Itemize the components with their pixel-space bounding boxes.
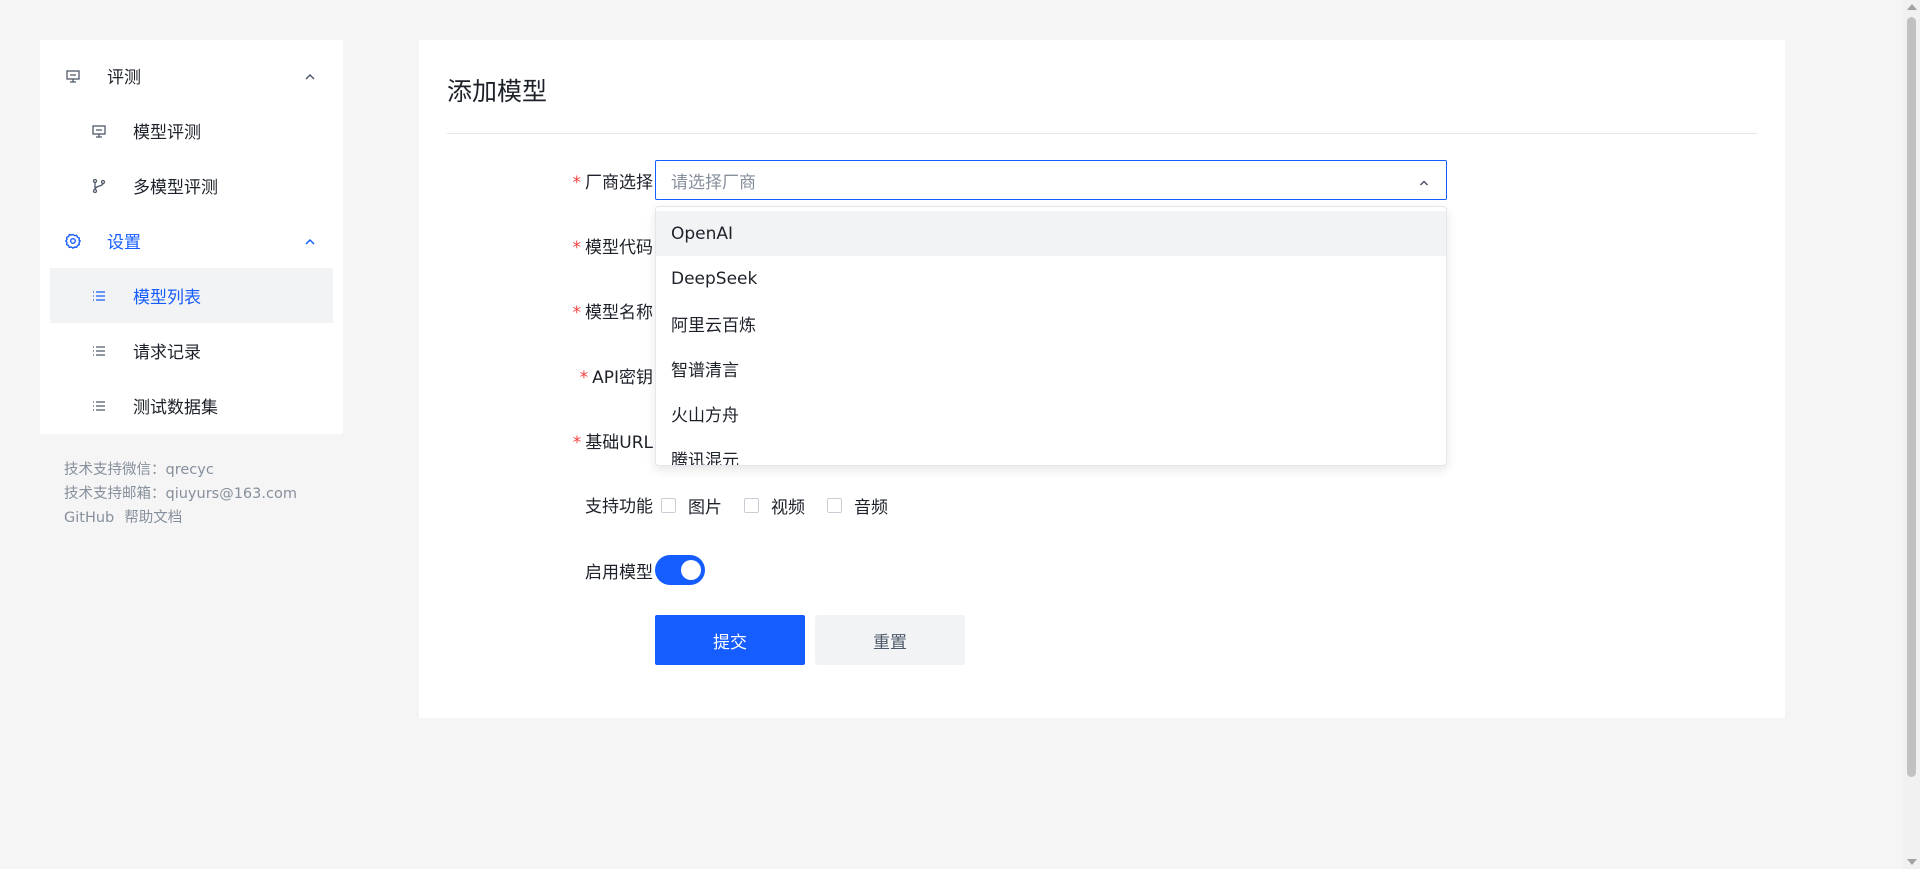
sidebar-item-model-list[interactable]: 模型列表 [50, 268, 333, 323]
sidebar-item-label: 测试数据集 [133, 398, 218, 418]
sidebar-item-label: 请求记录 [133, 343, 201, 363]
monitor-icon [90, 122, 108, 140]
sidebar: 评测 模型评测 多模型评测 设置 模型列表 请求记录 测试数据集 [40, 40, 343, 434]
required-mark: * [572, 303, 582, 323]
page-title: 添加模型 [447, 77, 548, 106]
list-icon [90, 342, 108, 360]
nav-group-settings[interactable]: 设置 [40, 213, 343, 268]
page-scrollbar[interactable] [1903, 0, 1920, 869]
scrollbar-thumb[interactable] [1907, 17, 1916, 777]
checkbox-audio[interactable]: 音频 [827, 493, 888, 518]
vendor-select[interactable]: 请选择厂商 [655, 160, 1447, 200]
checkbox-box[interactable] [744, 498, 759, 513]
support-links: GitHub 帮助文档 [64, 506, 297, 530]
checkbox-box[interactable] [661, 498, 676, 513]
required-mark: * [579, 368, 589, 388]
docs-link[interactable]: 帮助文档 [124, 510, 182, 526]
switch-knob [681, 560, 701, 580]
checkbox-label: 视频 [771, 498, 805, 518]
list-icon [90, 287, 108, 305]
chevron-up-icon [1418, 174, 1430, 186]
checkbox-image[interactable]: 图片 [661, 493, 722, 518]
dropdown-option[interactable]: OpenAI [656, 211, 1446, 256]
nav-group-label: 设置 [107, 233, 141, 253]
vendor-label: * 厂商选择 [572, 173, 654, 193]
model-code-label: * 模型代码 [572, 238, 654, 258]
dropdown-option[interactable]: 腾讯混元 [656, 436, 1446, 465]
branch-icon [90, 177, 108, 195]
checkbox-label: 音频 [854, 498, 888, 518]
github-link[interactable]: GitHub [64, 510, 114, 526]
chevron-up-icon [303, 234, 317, 248]
gear-icon [64, 232, 82, 250]
checkbox-label: 图片 [688, 498, 722, 518]
support-info: 技术支持微信：qrecyc 技术支持邮箱：qiuyurs@163.com Git… [64, 458, 297, 530]
sidebar-item-label: 模型列表 [133, 288, 201, 308]
sidebar-item-label: 模型评测 [133, 123, 201, 143]
page: 评测 模型评测 多模型评测 设置 模型列表 请求记录 测试数据集 技术支持微信：… [0, 0, 1920, 869]
list-icon [90, 397, 108, 415]
features-checkbox-group: 图片 视频 音频 [661, 493, 910, 518]
required-mark: * [572, 433, 582, 453]
sidebar-item-model-eval[interactable]: 模型评测 [40, 103, 343, 158]
sidebar-item-multi-model-eval[interactable]: 多模型评测 [40, 158, 343, 213]
required-mark: * [572, 238, 582, 258]
checkbox-box[interactable] [827, 498, 842, 513]
submit-button[interactable]: 提交 [655, 615, 805, 665]
divider [447, 133, 1757, 134]
vendor-select-placeholder: 请选择厂商 [671, 172, 756, 193]
enable-model-switch[interactable] [655, 555, 705, 585]
nav-group-label: 评测 [107, 68, 141, 88]
base-url-label: * 基础URL [572, 433, 653, 453]
sidebar-item-label: 多模型评测 [133, 178, 218, 198]
sidebar-item-request-log[interactable]: 请求记录 [40, 323, 343, 378]
api-key-label: * API密钥 [579, 368, 653, 388]
features-label: 支持功能 [585, 497, 653, 517]
support-wechat: 技术支持微信：qrecyc [64, 462, 214, 478]
model-name-label: * 模型名称 [572, 303, 654, 323]
scroll-down-arrow-icon[interactable] [1907, 859, 1917, 865]
chevron-up-icon [303, 69, 317, 83]
dropdown-option[interactable]: 火山方舟 [656, 391, 1446, 436]
dropdown-option[interactable]: 阿里云百炼 [656, 301, 1446, 346]
monitor-icon [64, 67, 82, 85]
reset-button[interactable]: 重置 [815, 615, 965, 665]
dropdown-option[interactable]: 智谱清言 [656, 346, 1446, 391]
dropdown-option[interactable]: DeepSeek [656, 256, 1446, 301]
enable-label: 启用模型 [585, 563, 653, 583]
nav-group-evaluation[interactable]: 评测 [40, 48, 343, 103]
sidebar-item-test-dataset[interactable]: 测试数据集 [40, 378, 343, 433]
support-email: 技术支持邮箱：qiuyurs@163.com [64, 486, 297, 502]
scroll-up-arrow-icon[interactable] [1907, 4, 1917, 10]
add-model-card: 添加模型 * 厂商选择 * 模型代码 * 模型名称 * API密钥 * 基础URL 支持功… [419, 40, 1785, 718]
required-mark: * [572, 173, 582, 193]
vendor-dropdown: OpenAI DeepSeek 阿里云百炼 智谱清言 火山方舟 腾讯混元 [655, 206, 1447, 466]
checkbox-video[interactable]: 视频 [744, 493, 805, 518]
